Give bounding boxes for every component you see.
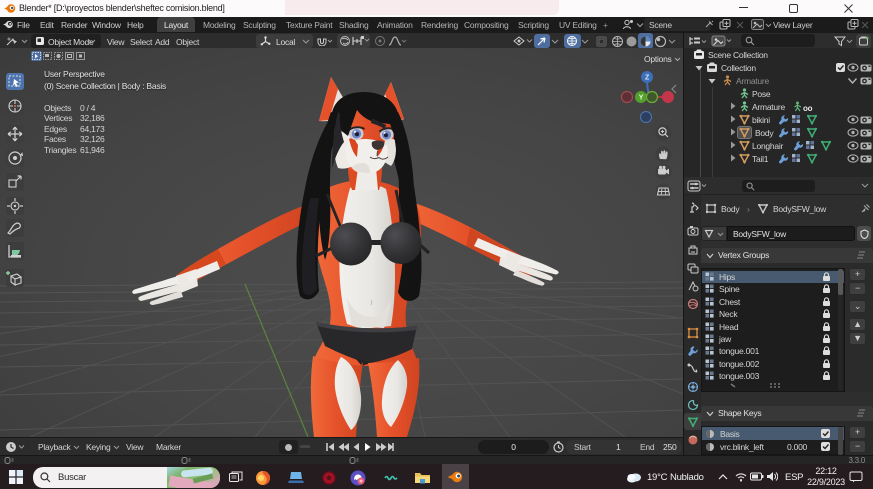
svg-text:Y: Y — [639, 95, 644, 102]
svg-text:oo: oo — [803, 104, 813, 113]
